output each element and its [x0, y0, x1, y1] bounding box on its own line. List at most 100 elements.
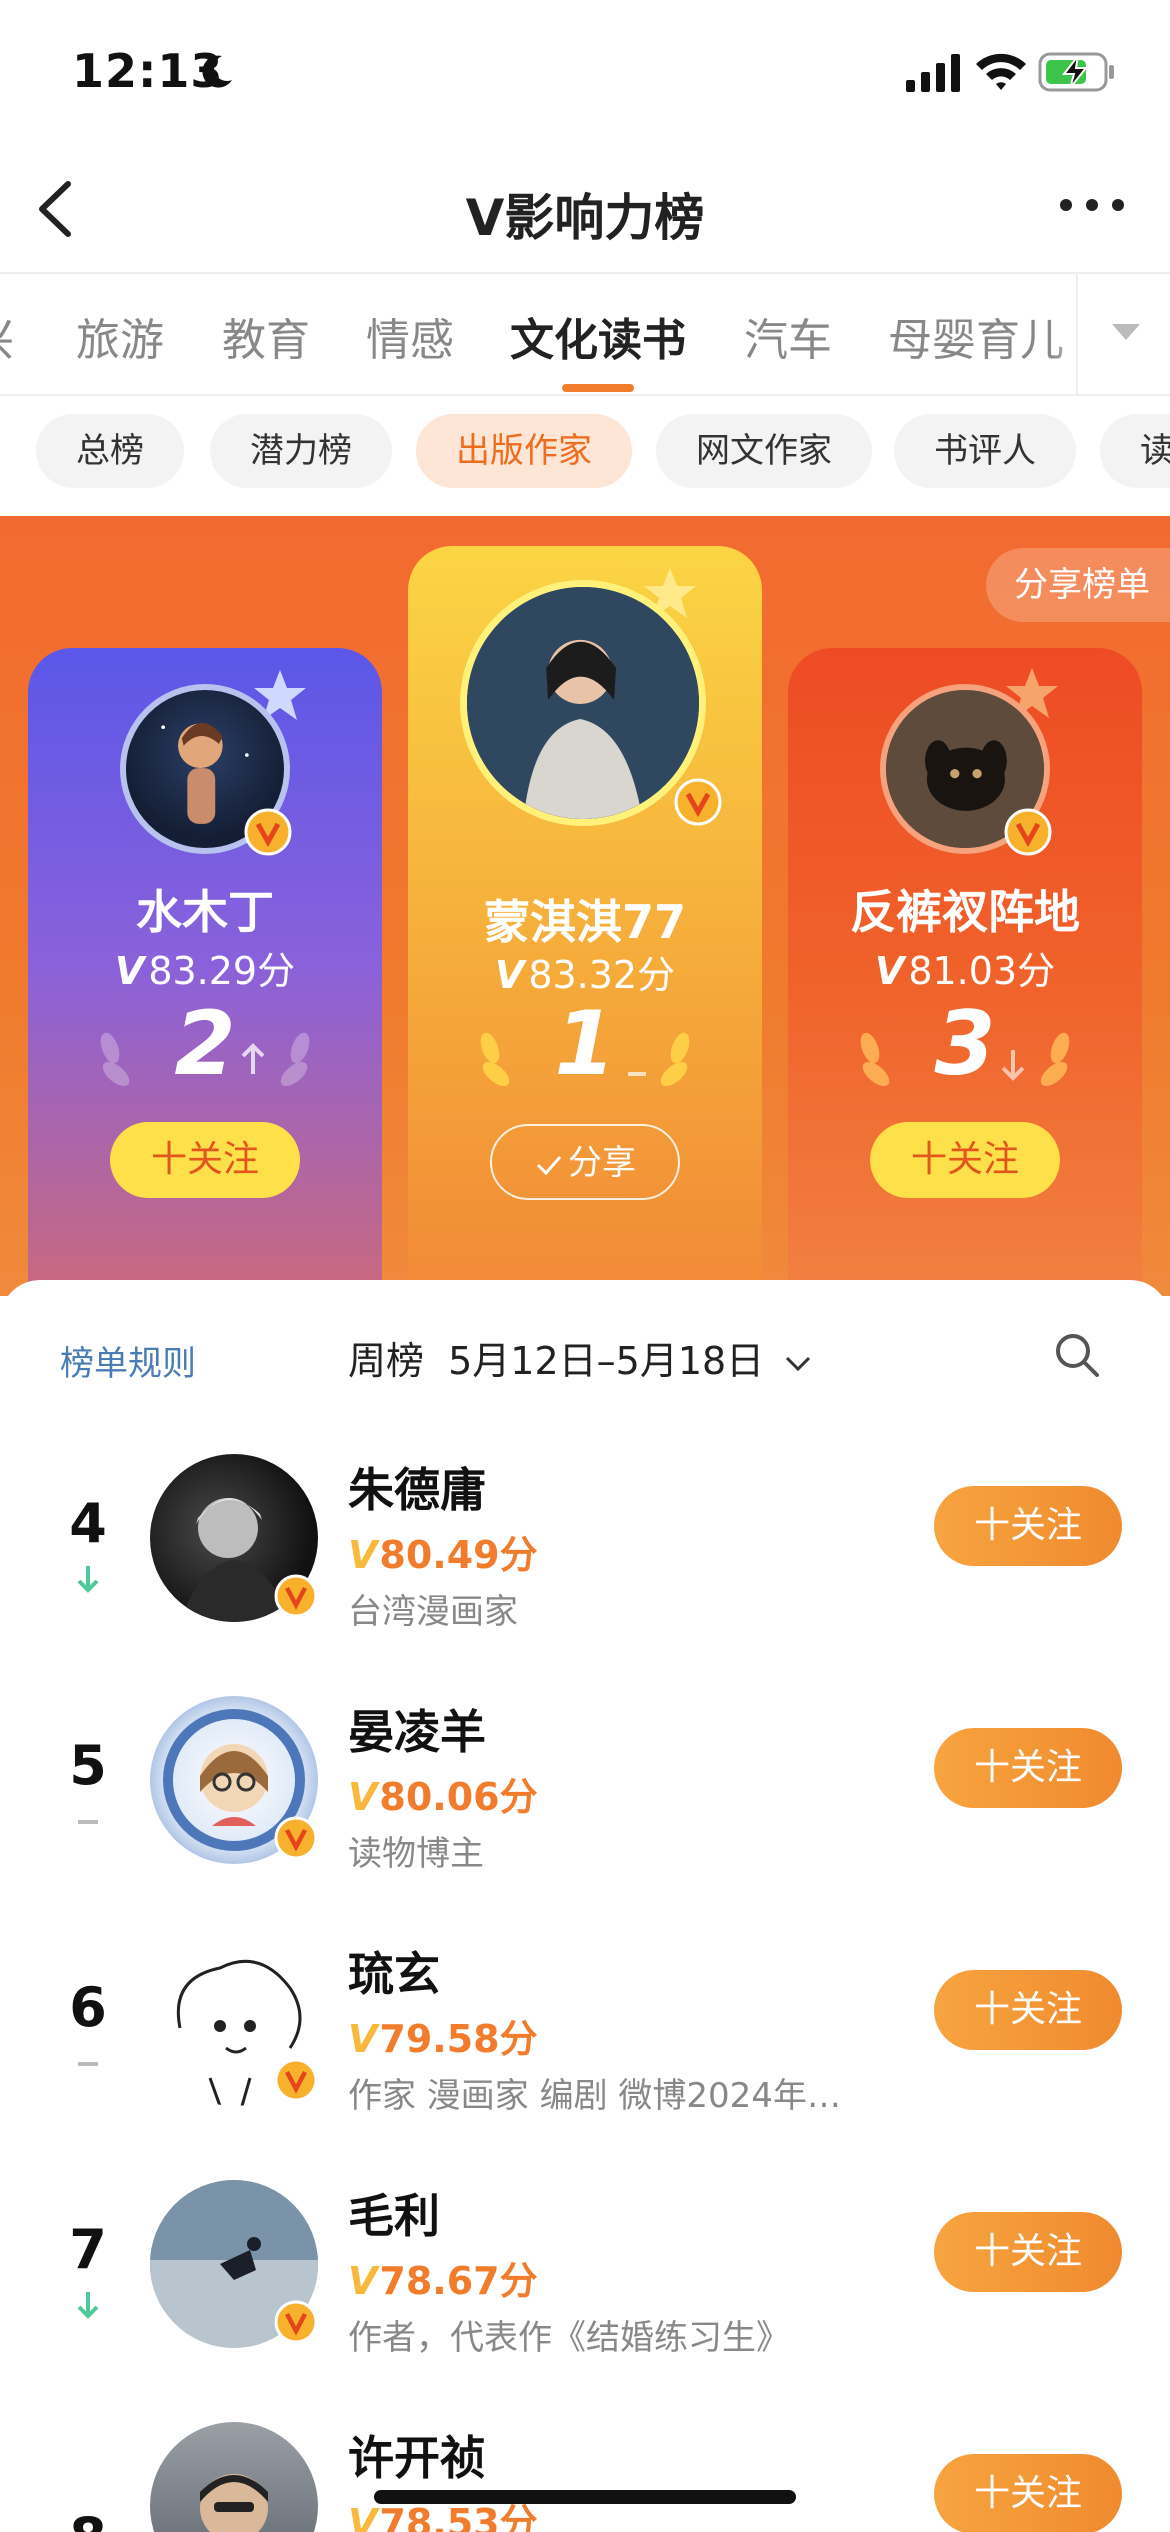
podium-name: 蒙淇淇77 — [483, 895, 686, 949]
cellular-signal-icon — [906, 54, 960, 92]
user-description: 作家 漫画家 编剧 微博2024年… — [348, 2076, 841, 2116]
user-score-value: 78.53分 — [379, 2501, 538, 2532]
active-tab-indicator — [562, 384, 634, 392]
tab-category-0[interactable]: 兴 — [0, 304, 14, 368]
home-indicator[interactable] — [374, 2490, 796, 2504]
tab-category-culture-reading[interactable]: 文化读书 — [510, 304, 686, 392]
subtab-web-writers[interactable]: 网文作家 — [656, 414, 872, 488]
user-score-value: 80.06分 — [379, 1775, 538, 1819]
share-button-label: 分享 — [568, 1143, 636, 1183]
tab-category-emotion[interactable]: 情感 — [366, 304, 454, 368]
week-range: 5月12日–5月18日 — [448, 1339, 765, 1383]
podium-score: V 83.32分 — [408, 944, 762, 999]
tab-category-education[interactable]: 教育 — [222, 304, 310, 368]
rank-unchanged-dash-icon — [78, 1820, 98, 1824]
user-name[interactable]: 毛利 — [348, 2180, 440, 2246]
verified-v-badge-icon — [244, 808, 292, 856]
more-options-icon[interactable] — [1056, 190, 1128, 220]
check-icon — [536, 1155, 562, 1175]
wifi-icon — [976, 53, 1026, 90]
avatar[interactable] — [150, 2422, 318, 2532]
rank-number: 4 — [69, 1492, 107, 1555]
follow-button[interactable]: 十关注 — [934, 2454, 1122, 2532]
user-score-value: 79.58分 — [379, 2017, 538, 2061]
avatar-photo — [200, 2474, 268, 2532]
rank-unchanged-dash-icon — [78, 2062, 98, 2066]
user-name[interactable]: 琉玄 — [348, 1938, 440, 2004]
podium-name: 反裤衩阵地 — [850, 885, 1080, 939]
list-item[interactable]: 8 许开祯 V78.53分 十关注 — [0, 2382, 1170, 2532]
follow-button[interactable]: 十关注 — [934, 1728, 1122, 1808]
share-button[interactable]: 分享 — [490, 1124, 680, 1200]
ranking-rules-link[interactable]: 榜单规则 — [60, 1336, 196, 1385]
user-name[interactable]: 朱德庸 — [348, 1454, 486, 1520]
rank-number: 6 — [69, 1976, 107, 2039]
verified-v-badge-icon — [674, 778, 722, 826]
sub-tabs: 总榜 潜力榜 出版作家 网文作家 书评人 读 — [0, 396, 1170, 516]
verified-v-badge-icon — [274, 2058, 318, 2102]
follow-button[interactable]: 十关注 — [934, 1486, 1122, 1566]
battery-charging-icon — [1038, 52, 1114, 92]
verified-v-badge-icon — [1004, 808, 1052, 856]
list-item[interactable]: 7 毛利 V78.67分 作者，代表作《结婚练习生》 十关注 — [0, 2140, 1170, 2382]
list-item[interactable]: 4 朱德庸 V80.49分 台湾漫画家 十关注 — [0, 1414, 1170, 1656]
avatar[interactable] — [460, 580, 706, 826]
search-icon[interactable] — [1054, 1332, 1100, 1378]
podium-name: 水木丁 — [136, 885, 274, 939]
podium-card-rank-2[interactable]: 水木丁 V 83.29分 2 十关注 — [28, 648, 382, 1296]
rank-up-arrow-icon — [241, 1043, 265, 1074]
status-bar: 12:13 — [0, 0, 1170, 150]
avatar-photo — [467, 587, 699, 819]
tab-category-culture-reading-label: 文化读书 — [510, 315, 686, 366]
podium-hero: 分享榜单 水木丁 V 83.29分 2 十关注 蒙淇淇77 V 83.32分 1 分… — [0, 516, 1170, 1296]
user-score: V80.06分 — [348, 1766, 538, 1821]
rank-number: 5 — [69, 1734, 107, 1797]
follow-button[interactable]: 十关注 — [934, 2212, 1122, 2292]
week-selector[interactable]: 周榜 5月12日–5月18日 — [348, 1330, 812, 1385]
subtab-published-writers[interactable]: 出版作家 — [416, 414, 632, 488]
subtab-potential[interactable]: 潜力榜 — [210, 414, 392, 488]
verified-v-badge-icon — [274, 2300, 318, 2344]
user-description: 台湾漫画家 — [348, 1592, 518, 1632]
list-item[interactable]: 5 晏凌羊 V80.06分 读物博主 十关注 — [0, 1656, 1170, 1898]
page-title: V影响力榜 — [465, 189, 705, 247]
user-description: 读物博主 — [348, 1834, 484, 1874]
podium-rank-number: 3 — [934, 992, 996, 1095]
subtab-book-reviewers[interactable]: 书评人 — [894, 414, 1076, 488]
rank-number: 8 — [58, 2506, 118, 2532]
user-score-value: 80.49分 — [379, 1533, 538, 1577]
navigation-bar: V影响力榜 — [0, 150, 1170, 274]
tab-category-parenting[interactable]: 母婴育儿 — [888, 304, 1064, 368]
verified-v-badge-icon — [274, 1816, 318, 1860]
user-score: V79.58分 — [348, 2008, 538, 2063]
rank-unchanged-dash-icon — [628, 1072, 646, 1076]
user-description: 作者，代表作《结婚练习生》 — [348, 2318, 790, 2358]
follow-button[interactable]: 十关注 — [870, 1122, 1060, 1198]
podium-card-rank-3[interactable]: 反裤衩阵地 V 81.03分 3 十关注 — [788, 648, 1142, 1296]
v-symbol: V — [348, 2259, 378, 2303]
subtab-overall[interactable]: 总榜 — [36, 414, 184, 488]
v-symbol: V — [348, 1533, 378, 1577]
rank-number: 7 — [69, 2218, 107, 2281]
podium-score: V 83.29分 — [28, 940, 382, 995]
tab-category-travel[interactable]: 旅游 — [76, 304, 164, 368]
user-score: V78.67分 — [348, 2250, 538, 2305]
follow-button[interactable]: 十关注 — [110, 1122, 300, 1198]
expand-categories-button[interactable] — [1076, 274, 1170, 394]
triangle-down-icon — [1112, 324, 1140, 340]
podium-card-rank-1[interactable]: 蒙淇淇77 V 83.32分 1 分享 — [408, 546, 762, 1296]
follow-button[interactable]: 十关注 — [934, 1970, 1122, 2050]
tab-category-auto[interactable]: 汽车 — [744, 304, 832, 368]
podium-score-value: 83.29分 — [148, 949, 296, 993]
rank-down-arrow-icon — [1001, 1050, 1025, 1081]
v-symbol: V — [348, 1775, 378, 1819]
category-tabs: 兴 旅游 教育 情感 文化读书 汽车 母婴育儿 — [0, 274, 1170, 396]
list-item[interactable]: 6 琉玄 V79.58分 作家 漫画家 编剧 微博2024年… 十关注 — [0, 1898, 1170, 2140]
user-name[interactable]: 晏凌羊 — [348, 1696, 486, 1762]
subtab-more[interactable]: 读 — [1100, 414, 1170, 488]
user-name[interactable]: 许开祯 — [348, 2422, 486, 2488]
rank-down-arrow-icon — [77, 2292, 99, 2319]
share-ranking-button[interactable]: 分享榜单 — [986, 548, 1170, 622]
v-symbol: V — [348, 2017, 378, 2061]
ranking-list-sheet: 榜单规则 周榜 5月12日–5月18日 4 朱德庸 V80.49分 台湾漫画家 … — [0, 1280, 1170, 2532]
